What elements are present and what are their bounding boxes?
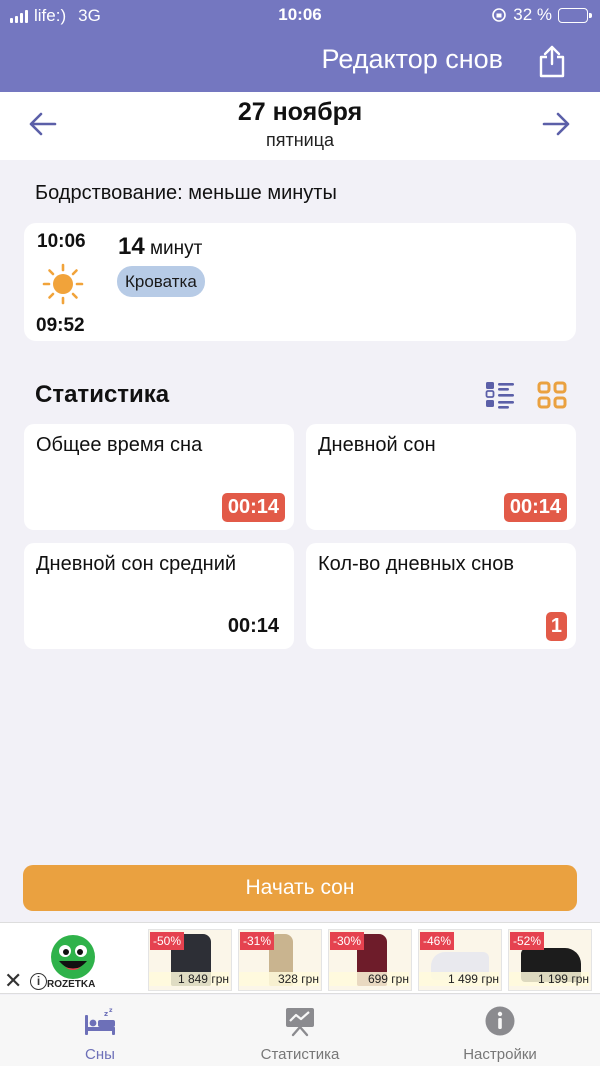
- tab-settings[interactable]: Настройки: [400, 995, 600, 1066]
- orientation-lock-icon: [492, 8, 507, 22]
- ad-brand: ROZETKA: [47, 979, 96, 990]
- battery-percent: 32 %: [513, 5, 552, 24]
- tab-label: Статистика: [260, 1046, 340, 1063]
- product-price: 1 499 грн: [419, 972, 499, 986]
- sleep-duration: 14 минут: [118, 233, 202, 261]
- tab-bar: z z Сны Статистика Настройки: [0, 995, 600, 1066]
- start-sleep-button[interactable]: Начать сон: [23, 865, 577, 911]
- sun-icon: [42, 263, 84, 305]
- ad-product[interactable]: -46% 1 499 грн: [418, 929, 502, 991]
- page-title: Редактор снов: [321, 44, 504, 74]
- info-icon: [485, 1006, 515, 1036]
- battery-icon: [558, 7, 592, 23]
- date-header: 27 ноября пятница: [0, 92, 600, 160]
- next-day-arrow-icon[interactable]: [540, 110, 572, 138]
- awake-duration: Бодрствование: меньше минуты: [35, 182, 337, 204]
- product-discount: -31%: [240, 932, 275, 950]
- ad-banner[interactable]: ✕ i ROZETKA -50% 1 849 грн -31% 328 грн …: [0, 922, 600, 994]
- ad-product[interactable]: -50% 1 849 грн: [148, 929, 232, 991]
- product-discount: -50%: [150, 932, 185, 950]
- ad-product[interactable]: -52% 1 199 грн: [508, 929, 592, 991]
- list-view-icon[interactable]: [484, 380, 516, 410]
- stat-card-day-sleep-count: Кол-во дневных снов 1: [306, 543, 576, 649]
- product-discount: -52%: [510, 932, 545, 950]
- sleep-entry-card[interactable]: 10:06 09:52 14 минут Кроватка: [24, 223, 576, 341]
- share-icon[interactable]: [537, 44, 567, 78]
- sleep-duration-value: 14: [118, 233, 145, 260]
- location-tag: Кроватка: [117, 266, 205, 297]
- sleep-duration-unit: минут: [149, 238, 203, 259]
- stat-value: 00:14: [227, 615, 279, 637]
- grid-view-icon[interactable]: [536, 380, 568, 410]
- stat-card-day-sleep-average: Дневной сон средний 00:14: [24, 543, 294, 649]
- stat-card-day-sleep: Дневной сон 00:14: [306, 424, 576, 530]
- stat-value: 00:14: [221, 493, 285, 522]
- stat-label: Дневной сон средний: [36, 553, 237, 575]
- current-date: 27 ноября: [237, 98, 363, 126]
- close-icon[interactable]: ✕: [4, 970, 22, 992]
- stat-value: 00:14: [503, 493, 567, 522]
- ad-product[interactable]: -30% 699 грн: [328, 929, 412, 991]
- chart-board-icon: [286, 1008, 314, 1037]
- product-discount: -46%: [420, 932, 455, 950]
- info-icon[interactable]: i: [30, 973, 47, 990]
- tab-label: Сны: [85, 1046, 115, 1063]
- status-bar: life:) 3G 10:06 32 %: [0, 0, 600, 32]
- tab-dreams[interactable]: z z Сны: [0, 995, 200, 1066]
- svg-text:z: z: [109, 1007, 113, 1014]
- tab-statistics[interactable]: Статистика: [200, 995, 400, 1066]
- statistics-heading: Статистика: [35, 381, 170, 408]
- product-price: 1 849 грн: [149, 972, 229, 986]
- svg-text:z: z: [104, 1010, 108, 1018]
- product-discount: -30%: [330, 932, 365, 950]
- product-price: 699 грн: [329, 972, 409, 986]
- sleep-end-time: 10:06: [37, 231, 86, 252]
- stat-label: Общее время сна: [36, 434, 203, 456]
- sleep-start-time: 09:52: [36, 315, 85, 336]
- product-price: 1 199 грн: [509, 972, 589, 986]
- stat-label: Дневной сон: [318, 434, 436, 456]
- nav-bar: Редактор снов: [0, 32, 600, 92]
- product-price: 328 грн: [239, 972, 319, 986]
- stat-card-total-sleep: Общее время сна 00:14: [24, 424, 294, 530]
- ad-product[interactable]: -31% 328 грн: [238, 929, 322, 991]
- stat-value: 1: [545, 612, 567, 641]
- current-weekday: пятница: [265, 130, 335, 150]
- stat-label: Кол-во дневных снов: [318, 553, 514, 575]
- tab-label: Настройки: [463, 1046, 537, 1063]
- bed-icon: z z: [85, 1007, 115, 1035]
